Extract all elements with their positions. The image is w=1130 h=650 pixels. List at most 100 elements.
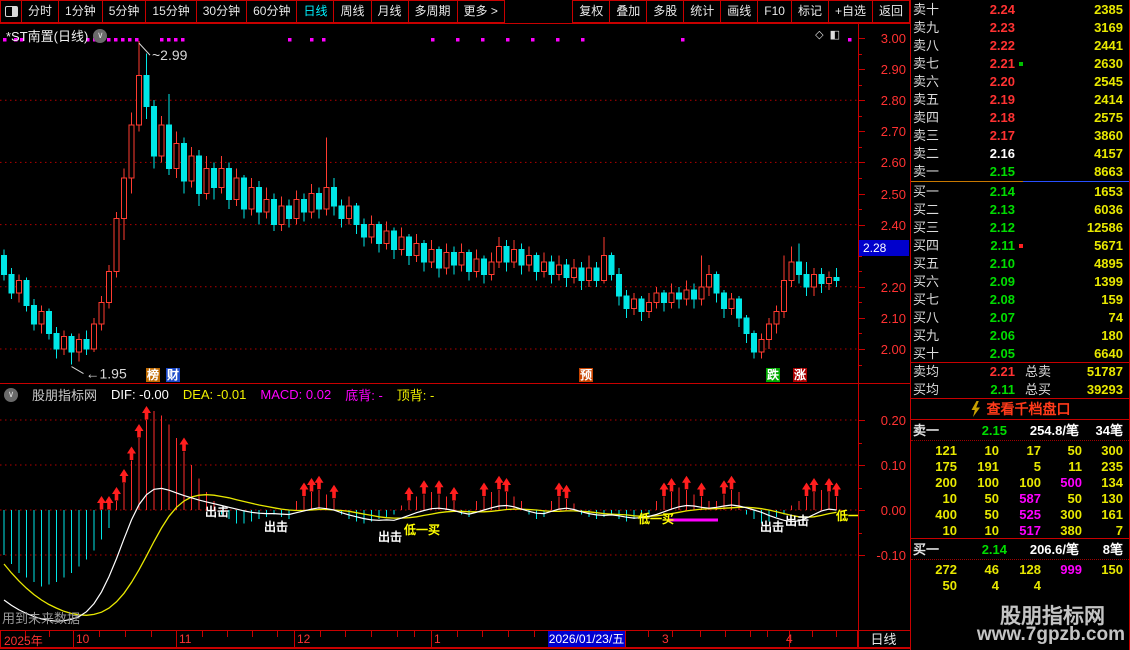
menu-item[interactable]: 画线 bbox=[720, 0, 759, 23]
menu-item[interactable]: 日线 bbox=[296, 0, 335, 23]
sell-level-row[interactable]: 卖八 2.22 2441 bbox=[911, 37, 1129, 55]
axis-separator bbox=[176, 631, 177, 648]
menu-item[interactable]: 标记 bbox=[790, 0, 829, 23]
sell-level-row[interactable]: 卖四 2.18 2575 bbox=[911, 109, 1129, 127]
queue-cell: 161 bbox=[1101, 507, 1123, 522]
menu-item[interactable]: 多周期 bbox=[407, 0, 458, 23]
menu-item[interactable]: 60分钟 bbox=[246, 0, 298, 23]
panel-toggle-icon[interactable]: ◧ bbox=[830, 29, 846, 41]
sell-avg-row: 卖均 2.21 总卖 51787 bbox=[911, 363, 1129, 381]
selected-date-label[interactable]: 2026/01/23/五 bbox=[548, 631, 625, 648]
queue-cell: 10 bbox=[942, 523, 957, 538]
event-badge: 财 bbox=[166, 368, 181, 382]
buy-level-row[interactable]: 买五 2.10 4895 bbox=[911, 255, 1129, 273]
menu-item[interactable]: 15分钟 bbox=[145, 0, 197, 23]
level-marker bbox=[1015, 345, 1025, 363]
axis-minor-tick bbox=[859, 442, 862, 444]
level-price: 2.09 bbox=[989, 274, 1015, 289]
top-toolbar: 分时 1分钟 5分钟 15分钟 30分钟 60分钟 日线 周线 月线 多周期 更多 > 复权 叠加 多股… bbox=[0, 0, 910, 24]
level-marker bbox=[1015, 219, 1025, 237]
main-chart-region: ~2.99 ←1.95 *ST南置(日线) ∨ ◇◧ 榜财 预 跌涨 bbox=[0, 24, 858, 383]
axis-tick bbox=[859, 420, 865, 421]
svg-text:←1.95: ←1.95 bbox=[86, 366, 127, 382]
queue-row: 50 4 4 bbox=[911, 578, 1129, 594]
avg-summary-box: 卖均 2.21 总卖 51787 买均 2.11 总买 39293 bbox=[911, 362, 1129, 399]
buy-level-row[interactable]: 买二 2.13 6036 bbox=[911, 201, 1129, 219]
buy-queue-price: 2.14 bbox=[981, 542, 1007, 557]
menu-item[interactable]: 5分钟 bbox=[101, 0, 147, 23]
buy-level-row[interactable]: 买十 2.05 6640 bbox=[911, 345, 1129, 363]
queue-cell: 4 bbox=[1033, 578, 1041, 593]
level-volume: 2630 bbox=[1094, 56, 1123, 71]
level-label: 卖八 bbox=[913, 38, 940, 53]
buy-avg-row: 买均 2.11 总买 39293 bbox=[911, 381, 1129, 399]
window-toggle-icon[interactable] bbox=[0, 0, 22, 23]
svg-text:低一买: 低一买 bbox=[835, 508, 858, 523]
menu-item[interactable]: 返回 bbox=[871, 0, 910, 23]
sell-level-row[interactable]: 卖九 2.23 3169 bbox=[911, 19, 1129, 37]
level-price: 2.17 bbox=[989, 128, 1015, 143]
sell-level-row[interactable]: 卖二 2.16 4157 bbox=[911, 145, 1129, 163]
candlestick-chart[interactable]: ~2.99 ←1.95 bbox=[0, 24, 858, 383]
axis-minor-tick bbox=[859, 302, 862, 304]
sell-level-row[interactable]: 卖七 2.21 2630 bbox=[911, 55, 1129, 73]
level-label: 买九 bbox=[913, 328, 940, 343]
menu-item[interactable]: 30分钟 bbox=[195, 0, 248, 23]
week-tick bbox=[252, 631, 253, 637]
level-price: 2.08 bbox=[989, 292, 1015, 307]
buy-level-row[interactable]: 买七 2.08 159 bbox=[911, 291, 1129, 309]
level-price: 2.21 bbox=[989, 56, 1015, 71]
queue-row: 121 10 17 50 300 bbox=[911, 443, 1129, 459]
diamond-icon[interactable]: ◇ bbox=[815, 29, 829, 41]
axis-border-line bbox=[858, 24, 859, 648]
order-book-panel: 卖十 2.24 2385 卖九 2.23 3169 卖八 2.22 2441 卖七 2.21 2630… bbox=[910, 0, 1130, 650]
week-tick bbox=[277, 631, 278, 637]
chevron-down-icon[interactable]: ∨ bbox=[4, 387, 18, 402]
level-volume: 4895 bbox=[1094, 256, 1123, 271]
buy-level-row[interactable]: 买九 2.06 180 bbox=[911, 327, 1129, 345]
buy-level-row[interactable]: 买一 2.14 1653 bbox=[911, 183, 1129, 201]
event-badge: 榜 bbox=[146, 368, 161, 382]
menu-item[interactable]: 复权 bbox=[572, 0, 611, 23]
level-label: 卖三 bbox=[913, 128, 940, 143]
menu-item[interactable]: 分时 bbox=[21, 0, 60, 23]
axis-minor-tick bbox=[859, 349, 862, 350]
queue-cell: 150 bbox=[1101, 562, 1123, 577]
sell-level-row[interactable]: 卖五 2.19 2414 bbox=[911, 91, 1129, 109]
chevron-down-icon[interactable]: ∨ bbox=[93, 28, 108, 43]
dif-value: DIF: -0.00 bbox=[111, 387, 169, 402]
menu-item[interactable]: 周线 bbox=[333, 0, 372, 23]
buy-level-row[interactable]: 买三 2.12 12586 bbox=[911, 219, 1129, 237]
level-volume: 1399 bbox=[1094, 274, 1123, 289]
queue-cell: 128 bbox=[1019, 562, 1041, 577]
queue-cell: 500 bbox=[1060, 475, 1082, 490]
buy-level-row[interactable]: 买六 2.09 1399 bbox=[911, 273, 1129, 291]
queue-cell: 17 bbox=[1026, 443, 1041, 458]
menu-item[interactable]: 统计 bbox=[683, 0, 722, 23]
sell-level-row[interactable]: 卖六 2.20 2545 bbox=[911, 73, 1129, 91]
buy-level-row[interactable]: 买四 2.11 5671 bbox=[911, 237, 1129, 255]
queue-cell: 5 bbox=[1033, 459, 1041, 474]
buy-avg-price: 2.11 bbox=[990, 382, 1015, 397]
menu-item[interactable]: +自选 bbox=[827, 0, 873, 23]
macd-chart[interactable]: 出击出击出击出击出击低一买低一买低一买 bbox=[0, 384, 858, 629]
menu-item[interactable]: 1分钟 bbox=[58, 0, 103, 23]
level-price: 2.16 bbox=[989, 146, 1015, 161]
sell-level-row[interactable]: 卖十 2.24 2385 bbox=[911, 1, 1129, 19]
see-depth-button[interactable]: 查看千档盘口 bbox=[911, 399, 1129, 420]
menu-item[interactable]: 更多 > bbox=[456, 0, 505, 23]
axis-minor-tick bbox=[859, 333, 862, 335]
menu-item[interactable]: 叠加 bbox=[609, 0, 648, 23]
queue-row: 10 10 517 380 7 bbox=[911, 523, 1129, 539]
week-tick bbox=[414, 631, 415, 637]
level-marker bbox=[1015, 291, 1025, 309]
indicator-source: 股朋指标网 bbox=[32, 388, 98, 403]
buy-level-row[interactable]: 买八 2.07 74 bbox=[911, 309, 1129, 327]
action-menu: 复权 叠加 多股 统计 画线 F10 标记 +自选 返回 bbox=[572, 0, 910, 23]
sell-level-row[interactable]: 卖三 2.17 3860 bbox=[911, 127, 1129, 145]
sell-level-row[interactable]: 卖一 2.15 8663 bbox=[911, 163, 1129, 181]
menu-item[interactable]: F10 bbox=[757, 0, 792, 23]
menu-item[interactable]: 多股 bbox=[646, 0, 685, 23]
menu-item[interactable]: 月线 bbox=[370, 0, 409, 23]
level-label: 买四 bbox=[913, 238, 940, 253]
